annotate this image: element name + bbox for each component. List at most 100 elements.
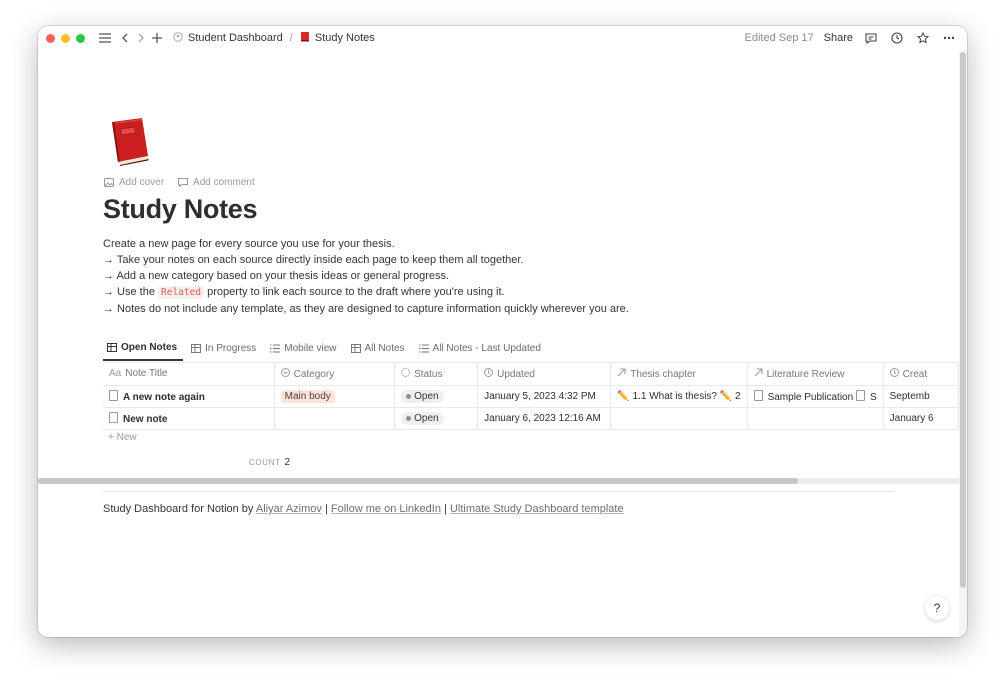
table-icon bbox=[107, 343, 117, 352]
description-line: Create a new page for every source you u… bbox=[103, 238, 395, 250]
horizontal-scrollbar-thumb[interactable] bbox=[38, 478, 798, 484]
thesis-link[interactable]: 1.1 What is thesis? bbox=[633, 391, 717, 402]
horizontal-scrollbar[interactable] bbox=[38, 478, 959, 484]
minimize-window-button[interactable] bbox=[61, 33, 70, 43]
more-options-icon[interactable] bbox=[941, 30, 957, 46]
table-row[interactable]: New note Open January 6, 2023 12:16 AM J… bbox=[103, 407, 959, 430]
status-badge: Open bbox=[401, 411, 444, 425]
status-label: Open bbox=[414, 390, 439, 402]
table-icon bbox=[350, 344, 361, 353]
list-icon bbox=[418, 344, 429, 353]
cell-category[interactable]: Main body bbox=[274, 385, 396, 408]
add-cover-label: Add cover bbox=[119, 177, 165, 188]
cell-status[interactable]: Open bbox=[394, 407, 479, 430]
table-header-row: Aa Note Title Category Status Updated The… bbox=[103, 363, 959, 386]
comments-icon[interactable] bbox=[863, 30, 879, 46]
column-header-created[interactable]: Creat bbox=[883, 363, 959, 386]
page-document-icon bbox=[109, 411, 118, 423]
column-header-updated[interactable]: Updated bbox=[477, 363, 612, 386]
status-dot bbox=[406, 415, 412, 421]
new-row-button[interactable]: + New bbox=[108, 432, 137, 443]
cell-category[interactable] bbox=[274, 407, 396, 430]
edited-timestamp: Edited Sep 17 bbox=[744, 32, 814, 44]
cell-updated[interactable]: January 6, 2023 12:16 AM bbox=[477, 407, 612, 430]
cell-thesis-chapter[interactable] bbox=[610, 407, 748, 430]
description-text: property to link each source to the draf… bbox=[207, 286, 505, 298]
page-title[interactable]: Study Notes bbox=[103, 194, 258, 225]
select-icon bbox=[280, 367, 290, 380]
count-value: 2 bbox=[284, 457, 291, 468]
column-header-note-title[interactable]: Aa Note Title bbox=[103, 363, 275, 386]
tab-all-notes[interactable]: All Notes bbox=[347, 338, 411, 361]
cell-created[interactable]: Septemb bbox=[883, 385, 959, 408]
breadcrumb-current[interactable]: Study Notes bbox=[315, 32, 375, 44]
column-label: Literature Review bbox=[766, 368, 845, 380]
tab-label: All Notes - Last Updated bbox=[432, 343, 541, 354]
cell-note-title[interactable]: New note bbox=[103, 407, 275, 430]
help-button[interactable]: ? bbox=[925, 596, 949, 620]
literature-link[interactable]: Sample Publication bbox=[768, 392, 854, 403]
new-page-plus-icon[interactable] bbox=[149, 30, 165, 46]
close-window-button[interactable] bbox=[46, 33, 55, 43]
tab-label: Mobile view bbox=[284, 343, 337, 354]
cell-created[interactable]: January 6 bbox=[883, 407, 959, 430]
cell-thesis-chapter[interactable]: ✏️ 1.1 What is thesis? ✏️ 2 bbox=[610, 385, 748, 408]
description-text: → Use the bbox=[103, 286, 155, 298]
new-row-label: New bbox=[116, 432, 137, 443]
description-line: → Add a new category based on your thesi… bbox=[103, 270, 450, 282]
related-code-inline: Related bbox=[158, 286, 205, 299]
status-icon bbox=[401, 367, 411, 380]
history-clock-icon[interactable] bbox=[889, 30, 905, 46]
clock-icon bbox=[484, 367, 494, 380]
tab-open-notes[interactable]: Open Notes bbox=[103, 338, 184, 361]
column-header-status[interactable]: Status bbox=[394, 363, 479, 386]
template-link[interactable]: Ultimate Study Dashboard template bbox=[450, 503, 624, 515]
description-line: → Use the Related property to link each … bbox=[103, 284, 803, 301]
author-link[interactable]: Aliyar Azimov bbox=[256, 503, 322, 515]
note-title: New note bbox=[123, 413, 168, 425]
page-document-icon bbox=[855, 389, 865, 401]
page-book-icon[interactable] bbox=[108, 116, 152, 166]
pencil-icon: ✏️ bbox=[719, 390, 733, 402]
breadcrumb: Student Dashboard / Study Notes bbox=[173, 31, 375, 45]
column-header-literature-review[interactable]: Literature Review bbox=[747, 363, 884, 386]
pencil-icon: ✏️ bbox=[617, 390, 630, 402]
title-bar: Student Dashboard / Study Notes Edited S… bbox=[38, 26, 967, 50]
notes-table: Aa Note Title Category Status Updated The… bbox=[103, 362, 959, 450]
row-count: COUNT 2 bbox=[249, 457, 290, 468]
tab-mobile-view[interactable]: Mobile view bbox=[266, 338, 342, 361]
app-window: Student Dashboard / Study Notes Edited S… bbox=[38, 26, 967, 637]
column-header-thesis-chapter[interactable]: Thesis chapter bbox=[610, 363, 748, 386]
tab-label: All Notes bbox=[364, 343, 405, 354]
column-header-category[interactable]: Category bbox=[274, 363, 396, 386]
thesis-link-truncated[interactable]: 2 bbox=[735, 391, 741, 402]
favorite-star-icon[interactable] bbox=[915, 30, 931, 46]
forward-arrow-icon[interactable] bbox=[133, 30, 149, 46]
status-dot bbox=[406, 393, 412, 399]
cell-updated[interactable]: January 5, 2023 4:32 PM bbox=[477, 385, 612, 408]
tab-all-notes-last-updated[interactable]: All Notes - Last Updated bbox=[415, 338, 547, 361]
breadcrumb-parent[interactable]: Student Dashboard bbox=[188, 32, 283, 44]
tab-in-progress[interactable]: In Progress bbox=[187, 338, 262, 361]
cell-note-title[interactable]: A new note again bbox=[103, 385, 275, 408]
back-arrow-icon[interactable] bbox=[117, 30, 133, 46]
vertical-scrollbar-thumb[interactable] bbox=[960, 52, 966, 588]
literature-link-truncated[interactable]: S bbox=[870, 392, 877, 403]
cell-literature-review[interactable] bbox=[747, 407, 884, 430]
description-line: → Notes do not include any template, as … bbox=[103, 303, 629, 315]
page-description[interactable]: Create a new page for every source you u… bbox=[103, 236, 803, 317]
page-actions: Add cover Add comment bbox=[104, 177, 255, 188]
table-row[interactable]: A new note again Main body Open January … bbox=[103, 385, 959, 408]
add-comment-button[interactable]: Add comment bbox=[178, 177, 255, 188]
sidebar-toggle-icon[interactable] bbox=[97, 30, 113, 46]
tab-label: In Progress bbox=[205, 343, 257, 354]
linkedin-link[interactable]: Follow me on LinkedIn bbox=[331, 503, 441, 515]
divider bbox=[103, 491, 895, 492]
share-button[interactable]: Share bbox=[824, 32, 853, 44]
maximize-window-button[interactable] bbox=[76, 33, 85, 43]
cell-literature-review[interactable]: Sample Publication S bbox=[747, 385, 884, 408]
footer-separator: | bbox=[324, 503, 328, 515]
comment-icon bbox=[178, 178, 189, 187]
cell-status[interactable]: Open bbox=[394, 385, 479, 408]
add-cover-button[interactable]: Add cover bbox=[104, 177, 164, 188]
